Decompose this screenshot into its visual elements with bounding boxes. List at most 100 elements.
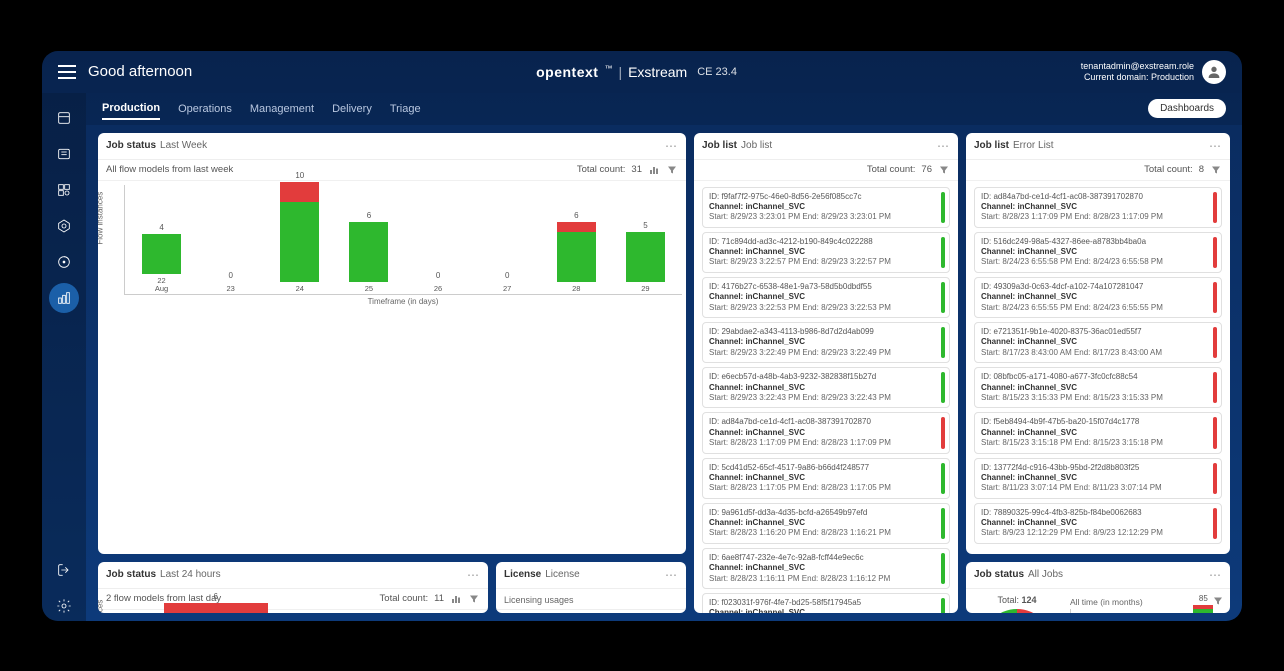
status-indicator xyxy=(1213,463,1217,494)
total-label: Total count: xyxy=(380,593,429,604)
nav-item-dashboard[interactable] xyxy=(49,283,79,313)
bar-value: 0 xyxy=(436,271,440,280)
card-subtitle: Last 24 hours xyxy=(160,569,221,580)
main-area: Production Operations Management Deliver… xyxy=(86,93,1242,621)
job-timestamps: Start: 8/11/23 3:07:14 PM End: 8/11/23 3… xyxy=(981,483,1215,493)
bar-slot: 625 xyxy=(336,211,401,293)
card-menu-icon[interactable]: ⋯ xyxy=(665,139,678,153)
card-menu-icon[interactable]: ⋯ xyxy=(665,568,678,582)
job-item[interactable]: ID: e721351f-9b1e-4020-8375-36ac01ed55f7… xyxy=(974,322,1222,363)
job-item[interactable]: ID: 4176b27c-6538-48e1-9a73-58d5b0dbdf55… xyxy=(702,277,950,318)
job-item[interactable]: ID: 516dc249-98a5-4327-86ee-a8783bb4ba0a… xyxy=(974,232,1222,273)
menu-toggle-icon[interactable] xyxy=(58,65,76,79)
job-item[interactable]: ID: ad84a7bd-ce1d-4cf1-ac08-387391702870… xyxy=(702,412,950,453)
greeting-text: Good afternoon xyxy=(88,63,192,80)
error-list-body[interactable]: ID: ad84a7bd-ce1d-4cf1-ac08-387391702870… xyxy=(966,181,1230,554)
job-channel: Channel: inChannel_SVC xyxy=(709,383,943,393)
bar-value: 6 xyxy=(214,592,218,601)
card-subtitle: Last Week xyxy=(160,140,207,151)
nav-item-1[interactable] xyxy=(49,103,79,133)
job-timestamps: Start: 8/24/23 6:55:55 PM End: 8/24/23 6… xyxy=(981,303,1215,313)
job-channel: Channel: inChannel_SVC xyxy=(709,202,943,212)
bar-slot: 628Aug xyxy=(129,592,303,612)
job-item[interactable]: ID: 08bfbc05-a171-4080-a677-3fc0cfc88c54… xyxy=(974,367,1222,408)
license-row: Transactions252 of 1,000,000,000,000 (1%… xyxy=(496,609,686,613)
card-menu-icon[interactable]: ⋯ xyxy=(467,568,480,582)
job-item[interactable]: ID: 78890325-99c4-4fb3-825b-f84be0062683… xyxy=(974,503,1222,544)
job-item[interactable]: ID: 9a961d5f-dd3a-4d35-bcfd-a26549b97efd… xyxy=(702,503,950,544)
status-indicator xyxy=(1213,237,1217,268)
status-indicator xyxy=(941,237,945,268)
tab-triage[interactable]: Triage xyxy=(390,99,421,119)
job-channel: Channel: inChannel_SVC xyxy=(709,563,943,573)
license-section-licensing: Licensing usages xyxy=(496,589,686,609)
bar-chart-icon[interactable] xyxy=(648,164,660,176)
bar-category: 26 xyxy=(434,285,442,293)
card-menu-icon[interactable]: ⋯ xyxy=(937,139,950,153)
bar-slot: 1024 xyxy=(267,171,332,293)
bar-value: 4 xyxy=(159,223,163,232)
status-indicator xyxy=(1213,417,1217,448)
mini-chart-caption: All time (in months) xyxy=(1070,597,1143,607)
filter-icon[interactable] xyxy=(1210,164,1222,176)
user-icon xyxy=(1206,64,1222,80)
brand-divider: | xyxy=(618,64,622,80)
card-job-list: Job list Job list ⋯ Total count: 76 ID: … xyxy=(694,133,958,613)
bar-category: 22Aug xyxy=(155,277,168,294)
job-list-body[interactable]: ID: f9faf7f2-975c-46e0-8d56-2e56f085cc7c… xyxy=(694,181,958,613)
bar-slot: 85Aug xyxy=(1187,594,1220,613)
bar-category: 24 xyxy=(296,285,304,293)
job-item[interactable]: ID: 6ae8f747-232e-4e7c-92a8-fcff44e9ec6c… xyxy=(702,548,950,589)
tab-operations[interactable]: Operations xyxy=(178,99,232,119)
dashboards-button[interactable]: Dashboards xyxy=(1148,99,1226,118)
job-item[interactable]: ID: 49309a3d-0c63-4dcf-a102-74a107281047… xyxy=(974,277,1222,318)
card-menu-icon[interactable]: ⋯ xyxy=(1209,568,1222,582)
tab-production[interactable]: Production xyxy=(102,98,160,120)
filter-icon[interactable] xyxy=(938,164,950,176)
job-channel: Channel: inChannel_SVC xyxy=(981,518,1215,528)
job-item[interactable]: ID: f9faf7f2-975c-46e0-8d56-2e56f085cc7c… xyxy=(702,187,950,228)
bar-chart-icon[interactable] xyxy=(450,593,462,605)
nav-item-settings[interactable] xyxy=(49,591,79,621)
topbar: Good afternoon opentext ™ | Exstream CE … xyxy=(42,51,1242,93)
tab-management[interactable]: Management xyxy=(250,99,314,119)
card-job-status-last-week: Job status Last Week ⋯ All flow models f… xyxy=(98,133,686,554)
status-indicator xyxy=(1213,327,1217,358)
filter-icon[interactable] xyxy=(468,593,480,605)
job-item[interactable]: ID: ad84a7bd-ce1d-4cf1-ac08-387391702870… xyxy=(974,187,1222,228)
status-indicator xyxy=(1213,192,1217,223)
bar-slot: 0 26 xyxy=(406,271,471,293)
nav-item-5[interactable] xyxy=(49,247,79,277)
chart-caption: All flow models from last week xyxy=(106,164,233,175)
job-item[interactable]: ID: 13772f4d-c916-43bb-95bd-2f2d8b803f25… xyxy=(974,458,1222,499)
nav-item-2[interactable] xyxy=(49,139,79,169)
card-subtitle: License xyxy=(545,569,579,580)
job-item[interactable]: ID: f023031f-976f-4fe7-bd25-58f5f17945a5… xyxy=(702,593,950,612)
card-menu-icon[interactable]: ⋯ xyxy=(1209,139,1222,153)
bar-slot: 4 22Aug xyxy=(129,223,194,294)
job-item[interactable]: ID: 71c894dd-ad3c-4212-b190-849c4c022288… xyxy=(702,232,950,273)
nav-item-logout[interactable] xyxy=(49,555,79,585)
nav-item-3[interactable] xyxy=(49,175,79,205)
status-indicator xyxy=(941,463,945,494)
tab-delivery[interactable]: Delivery xyxy=(332,99,372,119)
job-id: ID: ad84a7bd-ce1d-4cf1-ac08-387391702870 xyxy=(981,192,1215,202)
bar-stack xyxy=(1193,605,1213,613)
filter-icon[interactable] xyxy=(666,164,678,176)
total-value: 8 xyxy=(1199,164,1204,175)
bar-category: 28 xyxy=(572,285,580,293)
job-id: ID: e6ecb57d-a48b-4ab3-9232-382838f15b27… xyxy=(709,372,943,382)
nav-item-4[interactable] xyxy=(49,211,79,241)
bar-stack xyxy=(142,234,181,274)
job-channel: Channel: inChannel_SVC xyxy=(981,428,1215,438)
job-channel: Channel: inChannel_SVC xyxy=(709,473,943,483)
job-item[interactable]: ID: f5eb8494-4b9f-47b5-ba20-15f07d4c1778… xyxy=(974,412,1222,453)
user-email: tenantadmin@exstream.role xyxy=(1081,61,1194,72)
job-item[interactable]: ID: 29abdae2-a343-4113-b986-8d7d2d4ab099… xyxy=(702,322,950,363)
job-item[interactable]: ID: 5cd41d52-65cf-4517-9a86-b66d4f248577… xyxy=(702,458,950,499)
job-item[interactable]: ID: e6ecb57d-a48b-4ab3-9232-382838f15b27… xyxy=(702,367,950,408)
avatar[interactable] xyxy=(1202,60,1226,84)
job-channel: Channel: inChannel_SVC xyxy=(709,247,943,257)
bar-stack xyxy=(557,222,596,282)
job-timestamps: Start: 8/29/23 3:22:43 PM End: 8/29/23 3… xyxy=(709,393,943,403)
